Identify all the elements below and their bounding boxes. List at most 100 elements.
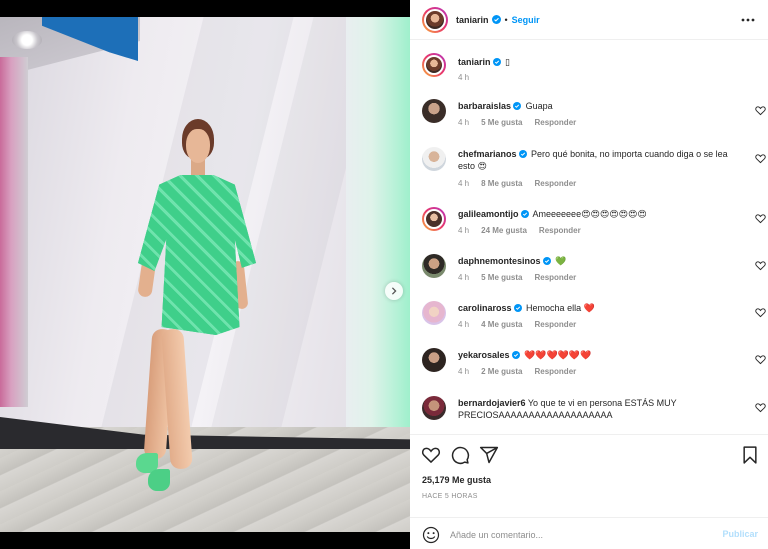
caption-meta: 4 h xyxy=(458,73,481,82)
verified-badge-icon xyxy=(513,304,522,312)
comment-body: 💚 xyxy=(555,256,567,266)
caption-username[interactable]: taniarin xyxy=(458,57,491,67)
comment-time: 4 h xyxy=(458,179,470,188)
photo-left-wall xyxy=(0,57,28,407)
reply-button[interactable]: Responder xyxy=(534,367,576,376)
comment-text: daphnemontesinos 💚 xyxy=(458,255,736,267)
comment-meta: 4 h 24 Me gusta Responder xyxy=(458,226,593,235)
emoji-icon[interactable] xyxy=(422,526,440,544)
comment-time: 4 h xyxy=(458,367,470,376)
comment-time: 4 h xyxy=(458,226,470,235)
reply-button[interactable]: Responder xyxy=(539,226,581,235)
verified-badge-icon xyxy=(513,102,522,110)
reply-button[interactable]: Responder xyxy=(534,118,576,127)
comment-text: barbaraislas Guapa xyxy=(458,100,736,112)
comment-text: bernardojavier6 Yo que te vi en persona … xyxy=(458,397,736,421)
comment-body: ❤️❤️❤️❤️❤️❤️ xyxy=(524,350,592,360)
post-modal: taniarin • Seguir taniarin ▯ 4 h barbara… xyxy=(0,0,768,549)
comment-time: 4 h xyxy=(458,118,470,127)
carousel-next-button[interactable] xyxy=(385,282,403,300)
comment-avatar[interactable] xyxy=(422,254,446,278)
avatar-image xyxy=(424,8,446,31)
caption-text: taniarin ▯ xyxy=(458,56,736,68)
heart-icon[interactable] xyxy=(421,445,441,465)
post-photo[interactable] xyxy=(0,17,410,532)
comment-body: Guapa xyxy=(525,101,553,111)
comment-username[interactable]: carolinaross xyxy=(458,303,512,313)
reply-button[interactable]: Responder xyxy=(534,320,576,329)
caption-time: 4 h xyxy=(458,73,470,82)
author-username[interactable]: taniarin xyxy=(456,15,489,25)
author-avatar[interactable] xyxy=(422,6,448,33)
comment-likes[interactable]: 8 Me gusta xyxy=(481,179,522,188)
comment-meta: 4 h 2 Me gusta Responder xyxy=(458,367,588,376)
add-comment-bar: Publicar xyxy=(410,517,768,549)
publish-button[interactable]: Publicar xyxy=(722,529,758,539)
comment-likes[interactable]: 4 Me gusta xyxy=(481,320,522,329)
post-side-panel: taniarin • Seguir taniarin ▯ 4 h barbara… xyxy=(410,0,768,549)
person-shoe xyxy=(148,469,170,491)
comment-username[interactable]: yekarosales xyxy=(458,350,510,360)
heart-icon[interactable] xyxy=(755,213,766,224)
verified-badge-icon xyxy=(511,351,520,359)
photo-ceiling-lamp xyxy=(12,31,42,49)
comment-likes[interactable]: 5 Me gusta xyxy=(481,118,522,127)
share-icon[interactable] xyxy=(479,445,499,465)
avatar-image xyxy=(424,209,444,229)
comment-avatar[interactable] xyxy=(422,396,446,420)
header-separator: • xyxy=(504,14,508,25)
verified-badge-icon xyxy=(542,257,551,265)
bookmark-icon[interactable] xyxy=(740,445,760,465)
comment-avatar[interactable] xyxy=(422,348,446,372)
more-options-icon xyxy=(741,18,755,22)
comment-username[interactable]: chefmarianos xyxy=(458,149,517,159)
comment-username[interactable]: bernardojavier6 xyxy=(458,398,526,408)
comment-avatar[interactable] xyxy=(422,207,446,231)
comment-likes[interactable]: 2 Me gusta xyxy=(481,367,522,376)
verified-badge-icon xyxy=(518,150,527,158)
comment-body: Hemocha ella ❤️ xyxy=(526,303,595,313)
verified-badge-icon xyxy=(491,15,501,24)
comment-icon[interactable] xyxy=(450,445,470,465)
reply-button[interactable]: Responder xyxy=(534,179,576,188)
comment-username[interactable]: galileamontijo xyxy=(458,209,519,219)
comment-time: 4 h xyxy=(458,273,470,282)
more-options-button[interactable] xyxy=(740,12,756,28)
comments-list[interactable]: taniarin ▯ 4 h barbaraislas Guapa 4 h 5 M… xyxy=(410,41,768,434)
comment-avatar[interactable] xyxy=(422,301,446,325)
comment-text: galileamontijo Ameeeeeee😍😍😍😍😍😍😍 xyxy=(458,208,736,220)
comment-input[interactable] xyxy=(450,526,710,544)
caption-author-avatar[interactable] xyxy=(422,53,446,77)
heart-icon[interactable] xyxy=(755,402,766,413)
post-header: taniarin • Seguir xyxy=(410,0,768,40)
chevron-right-icon xyxy=(391,287,397,295)
photo-right-wall xyxy=(346,17,410,447)
comment-likes[interactable]: 5 Me gusta xyxy=(481,273,522,282)
comment-text: yekarosales ❤️❤️❤️❤️❤️❤️ xyxy=(458,349,736,361)
comment-meta: 4 h 5 Me gusta Responder xyxy=(458,273,588,282)
heart-icon[interactable] xyxy=(755,354,766,365)
heart-icon[interactable] xyxy=(755,153,766,164)
comment-meta: 4 h 8 Me gusta Responder xyxy=(458,179,588,188)
heart-icon[interactable] xyxy=(755,307,766,318)
caption-body: ▯ xyxy=(505,57,510,67)
verified-badge-icon xyxy=(520,210,529,218)
comment-avatar[interactable] xyxy=(422,99,446,123)
comment-time: 4 h xyxy=(458,320,470,329)
comment-likes[interactable]: 24 Me gusta xyxy=(481,226,527,235)
comment-meta: 4 h 5 Me gusta Responder xyxy=(458,118,588,127)
follow-button[interactable]: Seguir xyxy=(512,15,540,25)
reply-button[interactable]: Responder xyxy=(534,273,576,282)
person-face xyxy=(186,129,210,163)
verified-badge-icon xyxy=(492,58,501,66)
heart-icon[interactable] xyxy=(755,105,766,116)
likes-count[interactable]: 25,179 Me gusta xyxy=(422,475,491,485)
comment-username[interactable]: barbaraislas xyxy=(458,101,511,111)
heart-icon[interactable] xyxy=(755,260,766,271)
comment-avatar[interactable] xyxy=(422,147,446,171)
comment-body: Ameeeeeee😍😍😍😍😍😍😍 xyxy=(532,209,647,219)
comment-username[interactable]: daphnemontesinos xyxy=(458,256,541,266)
comment-text: chefmarianos Pero qué bonita, no importa… xyxy=(458,148,736,172)
post-actions: 25,179 Me gusta HACE 5 HORAS xyxy=(410,434,768,500)
comment-text: carolinaross Hemocha ella ❤️ xyxy=(458,302,736,314)
